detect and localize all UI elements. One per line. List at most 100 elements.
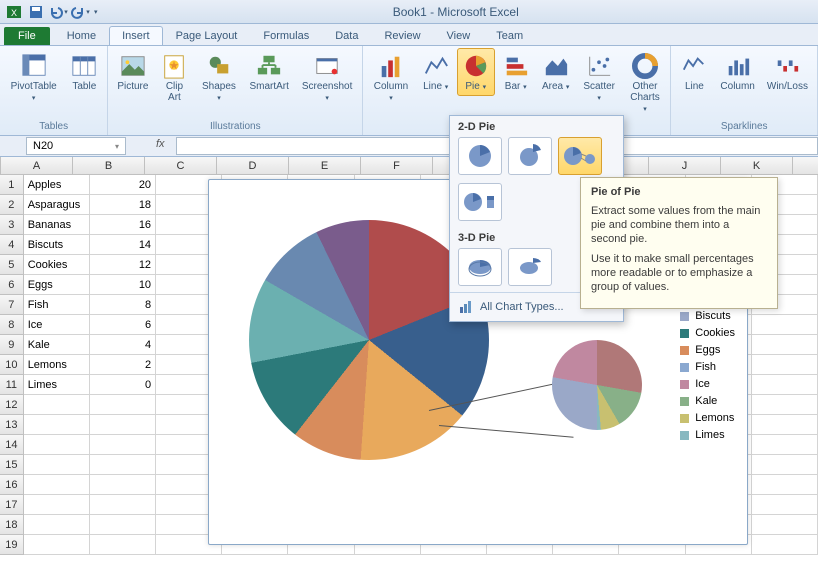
cell[interactable]: Lemons (24, 355, 90, 375)
cell[interactable] (90, 455, 156, 475)
fx-icon[interactable]: fx (156, 138, 172, 154)
excel-app-icon[interactable]: X (4, 2, 24, 22)
cell[interactable] (752, 335, 818, 355)
cell[interactable] (752, 355, 818, 375)
column-header[interactable]: J (649, 157, 721, 174)
cell[interactable]: 2 (90, 355, 156, 375)
bar-button[interactable]: Bar ▾ (497, 48, 535, 96)
cell[interactable] (752, 475, 818, 495)
pie-button[interactable]: Pie ▾ (457, 48, 495, 96)
row-header[interactable]: 12 (0, 395, 24, 415)
cell[interactable] (24, 455, 90, 475)
win/loss-button[interactable]: Win/Loss (762, 48, 813, 95)
cell[interactable] (90, 415, 156, 435)
column-header[interactable]: D (217, 157, 289, 174)
name-box[interactable]: N20▾ (26, 137, 126, 155)
save-button[interactable] (26, 2, 46, 22)
pivottable-button[interactable]: PivotTable ▾ (4, 48, 63, 107)
row-header[interactable]: 10 (0, 355, 24, 375)
picture-button[interactable]: Picture (112, 48, 153, 95)
cell[interactable]: Fish (24, 295, 90, 315)
cell[interactable] (752, 495, 818, 515)
cell[interactable]: Biscuts (24, 235, 90, 255)
pie-3d-option[interactable] (458, 248, 502, 286)
tab-review[interactable]: Review (371, 26, 433, 45)
pie-exploded-option[interactable] (508, 137, 552, 175)
tab-team[interactable]: Team (483, 26, 536, 45)
cell[interactable] (752, 515, 818, 535)
row-header[interactable]: 7 (0, 295, 24, 315)
column-header[interactable]: A (1, 157, 73, 174)
cell[interactable] (90, 395, 156, 415)
column-header[interactable]: K (721, 157, 793, 174)
tab-home[interactable]: Home (54, 26, 109, 45)
cell[interactable] (752, 535, 818, 555)
pie-of-pie-option[interactable] (558, 137, 602, 175)
cell[interactable]: Ice (24, 315, 90, 335)
row-header[interactable]: 19 (0, 535, 24, 555)
cell[interactable]: 18 (90, 195, 156, 215)
row-header[interactable]: 17 (0, 495, 24, 515)
cell[interactable] (752, 455, 818, 475)
cell[interactable]: 12 (90, 255, 156, 275)
row-header[interactable]: 6 (0, 275, 24, 295)
cell[interactable] (90, 475, 156, 495)
row-header[interactable]: 18 (0, 515, 24, 535)
cell[interactable] (752, 315, 818, 335)
row-header[interactable]: 16 (0, 475, 24, 495)
dropdown-icon[interactable]: ▾ (115, 142, 119, 151)
row-header[interactable]: 9 (0, 335, 24, 355)
cell[interactable] (24, 475, 90, 495)
row-header[interactable]: 8 (0, 315, 24, 335)
cell[interactable] (90, 515, 156, 535)
cell[interactable] (752, 435, 818, 455)
cell[interactable] (90, 435, 156, 455)
cell[interactable]: Cookies (24, 255, 90, 275)
cell[interactable] (90, 535, 156, 555)
line-button[interactable]: Line (675, 48, 713, 95)
row-header[interactable]: 11 (0, 375, 24, 395)
column-header[interactable]: C (145, 157, 217, 174)
cell[interactable] (752, 395, 818, 415)
row-header[interactable]: 1 (0, 175, 24, 195)
line-button[interactable]: Line ▾ (417, 48, 455, 96)
shapes-button[interactable]: Shapes ▾ (195, 48, 242, 107)
cell[interactable]: Eggs (24, 275, 90, 295)
file-tab[interactable]: File (4, 27, 50, 45)
column-header[interactable]: B (73, 157, 145, 174)
tab-data[interactable]: Data (322, 26, 371, 45)
column-button[interactable]: Column (715, 48, 759, 95)
column-header[interactable]: E (289, 157, 361, 174)
cell[interactable] (24, 435, 90, 455)
cell[interactable] (24, 415, 90, 435)
cell[interactable]: Limes (24, 375, 90, 395)
cell[interactable]: 8 (90, 295, 156, 315)
column-header[interactable]: L (793, 157, 818, 174)
cell[interactable]: 0 (90, 375, 156, 395)
row-header[interactable]: 2 (0, 195, 24, 215)
cell[interactable] (90, 495, 156, 515)
cell[interactable] (752, 375, 818, 395)
cell[interactable] (24, 535, 90, 555)
row-header[interactable]: 5 (0, 255, 24, 275)
row-header[interactable]: 14 (0, 435, 24, 455)
cell[interactable] (24, 395, 90, 415)
cell[interactable]: Asparagus (24, 195, 90, 215)
row-header[interactable]: 15 (0, 455, 24, 475)
column-button[interactable]: Column ▾ (367, 48, 414, 107)
table-button[interactable]: Table (65, 48, 103, 95)
tab-page-layout[interactable]: Page Layout (163, 26, 251, 45)
screenshot-button[interactable]: Screenshot ▾ (296, 48, 358, 107)
pie-2d-option[interactable] (458, 137, 502, 175)
row-header[interactable]: 3 (0, 215, 24, 235)
cell[interactable]: 10 (90, 275, 156, 295)
tab-formulas[interactable]: Formulas (250, 26, 322, 45)
cell[interactable]: 4 (90, 335, 156, 355)
cell[interactable]: Kale (24, 335, 90, 355)
row-header[interactable]: 4 (0, 235, 24, 255)
cell[interactable]: 16 (90, 215, 156, 235)
cell[interactable]: Bananas (24, 215, 90, 235)
cell[interactable] (24, 515, 90, 535)
cell[interactable] (752, 415, 818, 435)
other-charts-button[interactable]: OtherCharts ▾ (624, 48, 667, 118)
